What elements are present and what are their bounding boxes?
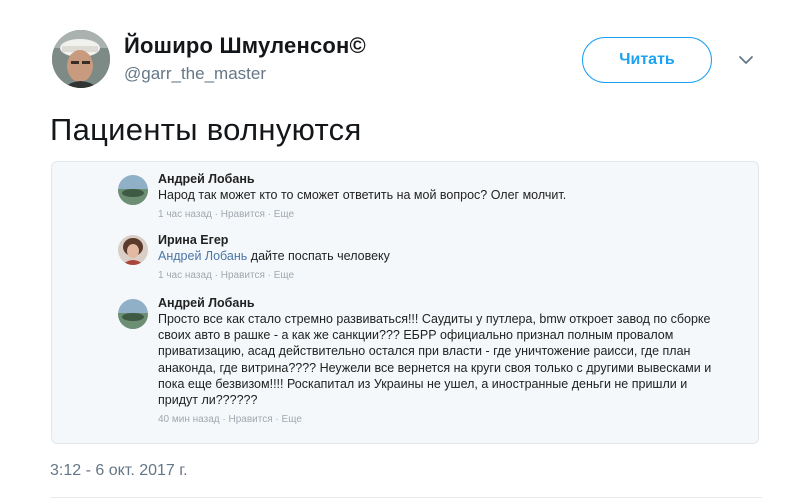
comment-more-link: Еще <box>273 209 295 221</box>
tweet-text: Пациенты волнуются <box>50 112 362 147</box>
comment-time: 40 мин назад <box>158 414 220 426</box>
comment-text: Андрей Лобань дайте поспать человеку <box>158 248 718 264</box>
author-avatar[interactable] <box>52 30 110 88</box>
author-display-name[interactable]: Йоширо Шмуленсон© <box>124 33 366 59</box>
comment-more-link: Еще <box>273 270 295 282</box>
comment-text: Просто все как стало стремно развиваться… <box>158 312 712 408</box>
embedded-screenshot[interactable]: Андрей Лобань Народ так может кто то смо… <box>51 161 759 444</box>
comment-mention: Андрей Лобань <box>158 249 248 263</box>
comment-author: Андрей Лобань <box>158 296 255 310</box>
comment-meta: 40 мин назад · Нравится · Еще <box>158 414 302 426</box>
comment-more-link: Еще <box>281 414 302 426</box>
comment-time: 1 час назад <box>158 209 212 221</box>
comment-author: Ирина Егер <box>158 233 229 247</box>
chevron-down-icon[interactable] <box>738 54 754 66</box>
comment-time: 1 час назад <box>158 270 212 282</box>
comment-text-body: дайте поспать человеку <box>250 249 390 263</box>
divider <box>50 497 762 498</box>
follow-button[interactable]: Читать <box>582 37 712 83</box>
comment-author: Андрей Лобань <box>158 172 255 186</box>
commenter-avatar <box>118 235 148 265</box>
comment-meta: 1 час назад · Нравится · Еще <box>158 270 295 282</box>
comment-text: Народ так может кто то сможет ответить н… <box>158 188 567 202</box>
comment-like-link: Нравится <box>228 414 273 426</box>
comment-like-link: Нравится <box>220 270 265 282</box>
comment-like-link: Нравится <box>220 209 265 221</box>
commenter-avatar <box>118 299 148 329</box>
commenter-avatar <box>118 175 148 205</box>
tweet-timestamp[interactable]: 3:12 - 6 окт. 2017 г. <box>50 462 188 480</box>
comment-meta: 1 час назад · Нравится · Еще <box>158 209 295 221</box>
tweet-card: Йоширо Шмуленсон© @garr_the_master Читат… <box>0 0 800 503</box>
author-handle[interactable]: @garr_the_master <box>124 64 266 84</box>
